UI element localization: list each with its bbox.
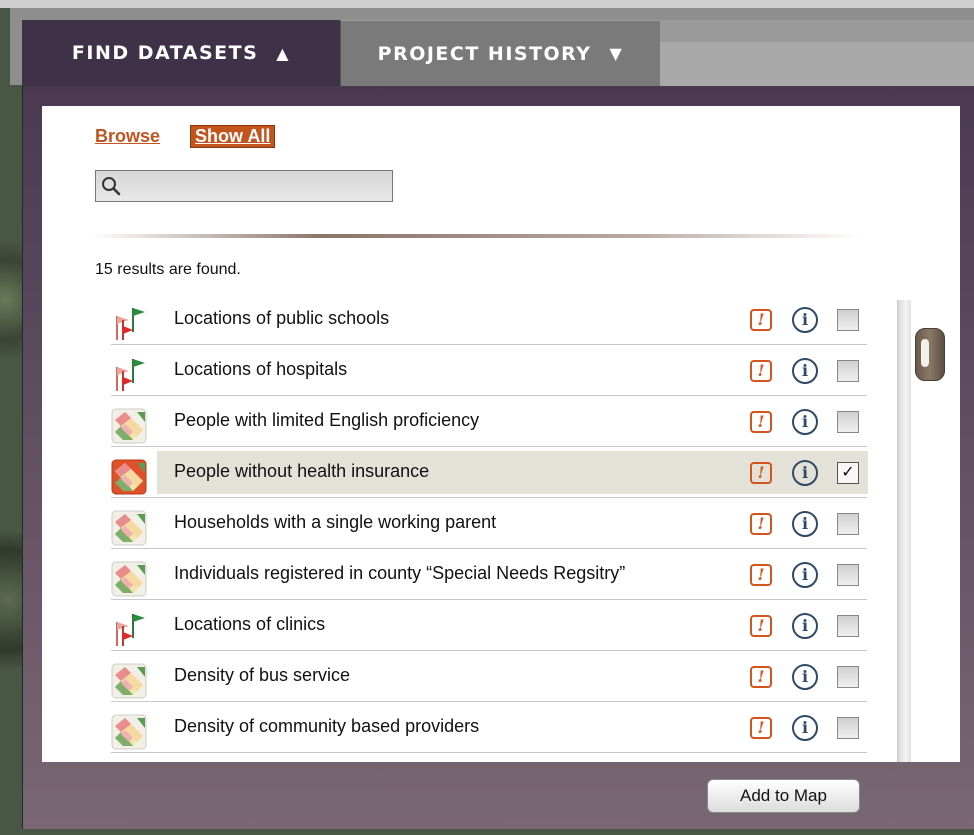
warning-icon[interactable]: ! — [750, 717, 772, 739]
flag-icon — [111, 357, 147, 393]
find-datasets-content: Browse Show All 15 results are found. Lo… — [42, 106, 960, 762]
result-label: Households with a single working parent — [174, 512, 497, 532]
result-label: Locations of hospitals — [174, 359, 348, 379]
dataset-checkbox[interactable] — [837, 360, 859, 382]
result-row[interactable]: Households with a single working parent!… — [111, 498, 867, 549]
result-row[interactable]: Density of community based providers! i — [111, 702, 867, 753]
map-tile-icon — [111, 459, 147, 495]
result-row[interactable]: Individuals registered in county “Specia… — [111, 549, 867, 600]
warning-icon[interactable]: ! — [750, 411, 772, 433]
flag-icon — [111, 612, 147, 648]
tab-bar: FIND DATASETS ▲ PROJECT HISTORY ▼ — [22, 20, 660, 86]
add-to-map-button[interactable]: Add to Map — [707, 779, 860, 813]
info-icon[interactable]: i — [792, 409, 818, 435]
show-all-link[interactable]: Show All — [190, 125, 276, 148]
info-icon[interactable]: i — [792, 613, 818, 639]
result-label: Density of community based providers — [174, 716, 480, 736]
warning-icon[interactable]: ! — [750, 564, 772, 586]
result-row[interactable]: Locations of hospitals! i — [111, 345, 867, 396]
tab-bar-filler — [660, 20, 974, 86]
dataset-checkbox[interactable] — [837, 513, 859, 535]
info-icon[interactable]: i — [792, 358, 818, 384]
dataset-checkbox[interactable]: ✓ — [837, 462, 859, 484]
warning-icon[interactable]: ! — [750, 462, 772, 484]
view-links: Browse Show All — [95, 125, 276, 148]
triangle-down-icon: ▼ — [609, 44, 624, 63]
scrollbar-track[interactable] — [897, 300, 911, 762]
warning-icon[interactable]: ! — [750, 309, 772, 331]
info-icon[interactable]: i — [792, 715, 818, 741]
dataset-checkbox[interactable] — [837, 717, 859, 739]
tab-history-label: PROJECT HISTORY — [377, 42, 592, 65]
tab-find-datasets[interactable]: FIND DATASETS ▲ — [22, 20, 340, 86]
dataset-checkbox[interactable] — [837, 309, 859, 331]
dataset-checkbox[interactable] — [837, 615, 859, 637]
browse-link[interactable]: Browse — [95, 126, 160, 147]
flag-icon — [111, 306, 147, 342]
dataset-checkbox[interactable] — [837, 666, 859, 688]
result-label: Individuals registered in county “Specia… — [174, 563, 626, 583]
map-tile-icon — [111, 561, 147, 597]
info-icon[interactable]: i — [792, 511, 818, 537]
result-row[interactable]: People with limited English proficiency!… — [111, 396, 867, 447]
dataset-checkbox[interactable] — [837, 411, 859, 433]
tab-project-history[interactable]: PROJECT HISTORY ▼ — [340, 20, 660, 86]
result-row[interactable]: Locations of clinics! i — [111, 600, 867, 651]
dataset-checkbox[interactable] — [837, 564, 859, 586]
map-tile-icon — [111, 714, 147, 750]
triangle-up-icon: ▲ — [276, 43, 291, 63]
result-row[interactable]: Density of bus service! i — [111, 651, 867, 702]
result-label: Locations of clinics — [174, 614, 326, 634]
tab-find-label: FIND DATASETS — [71, 42, 259, 64]
info-icon[interactable]: i — [792, 460, 818, 486]
search-icon — [102, 177, 121, 196]
result-label: Density of bus service — [174, 665, 351, 685]
info-icon[interactable]: i — [792, 664, 818, 690]
map-tile-icon — [111, 663, 147, 699]
info-icon[interactable]: i — [792, 562, 818, 588]
map-tile-icon — [111, 510, 147, 546]
result-label: People without health insurance — [174, 461, 430, 481]
result-row[interactable]: People without health insurance! i ✓ — [111, 447, 868, 498]
warning-icon[interactable]: ! — [750, 615, 772, 637]
results-list: Locations of public schools! i Locations … — [111, 294, 868, 753]
search-input[interactable] — [95, 170, 393, 202]
result-label: People with limited English proficiency — [174, 410, 480, 430]
divider — [92, 234, 862, 238]
map-tile-icon — [111, 408, 147, 444]
result-count: 15 results are found. — [95, 261, 241, 278]
scrollbar-thumb[interactable] — [915, 328, 945, 381]
info-icon[interactable]: i — [792, 307, 818, 333]
warning-icon[interactable]: ! — [750, 666, 772, 688]
result-row[interactable]: Locations of public schools! i — [111, 294, 867, 345]
warning-icon[interactable]: ! — [750, 360, 772, 382]
result-label: Locations of public schools — [174, 308, 390, 328]
warning-icon[interactable]: ! — [750, 513, 772, 535]
